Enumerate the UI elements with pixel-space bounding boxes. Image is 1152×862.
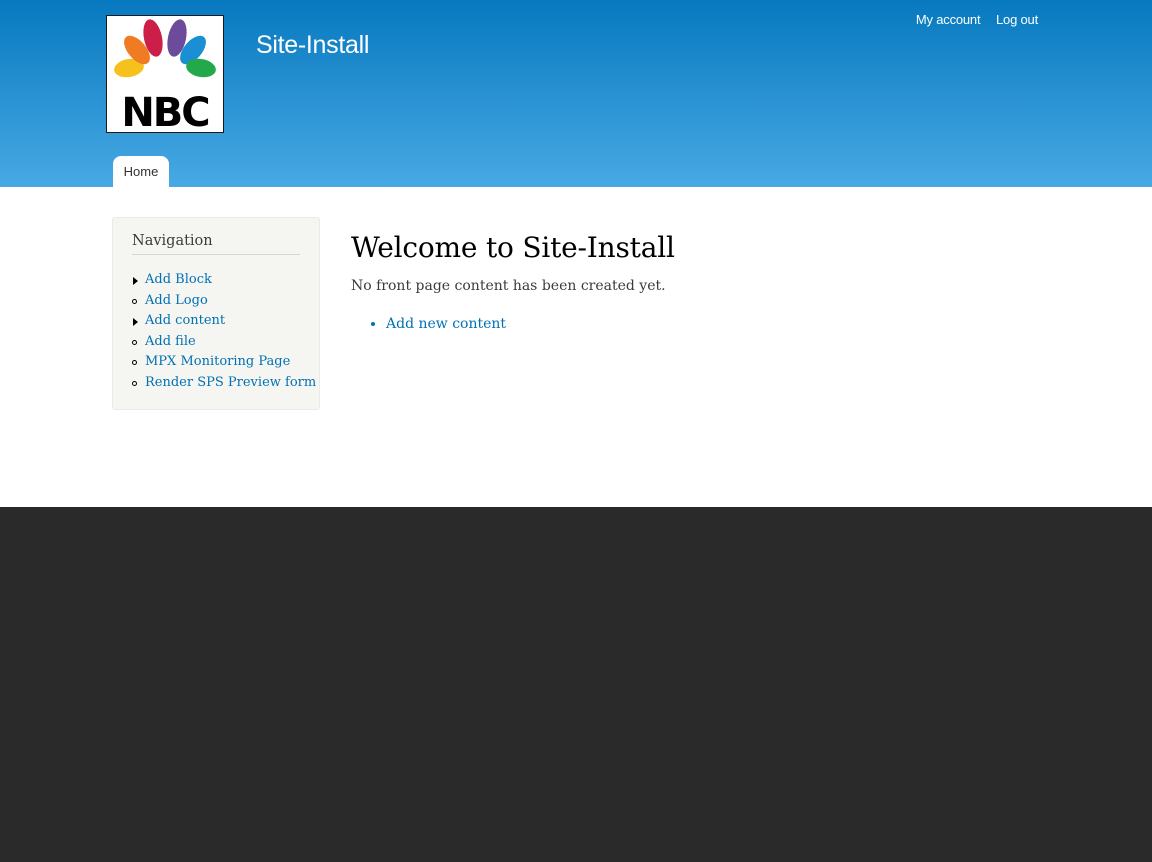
nav-item-add-logo: Add Logo bbox=[132, 291, 316, 312]
content-links-list: Add new content bbox=[351, 316, 675, 332]
secondary-menu: My account Log out bbox=[904, 12, 1038, 27]
nav-item-mpx-monitoring: MPX Monitoring Page bbox=[132, 352, 316, 373]
main-content: Welcome to Site-Install No front page co… bbox=[351, 231, 675, 332]
nav-link-add-file[interactable]: Add file bbox=[145, 334, 196, 349]
list-item: Add new content bbox=[386, 316, 675, 332]
tab-home[interactable]: Home bbox=[113, 156, 169, 187]
logo-text: NBC bbox=[121, 90, 208, 132]
navigation-list: Add Block Add Logo Add content Add file … bbox=[132, 270, 316, 394]
site-name-link[interactable]: Site-Install bbox=[256, 31, 369, 60]
nav-link-add-content[interactable]: Add content bbox=[145, 313, 225, 328]
peacock-logo-icon: NBC bbox=[114, 19, 216, 132]
main-region: Navigation Add Block Add Logo Add conten… bbox=[0, 187, 1152, 507]
nav-link-add-block[interactable]: Add Block bbox=[145, 272, 212, 287]
nav-link-add-logo[interactable]: Add Logo bbox=[145, 293, 208, 308]
navigation-block: Navigation Add Block Add Logo Add conten… bbox=[112, 217, 320, 410]
expand-triangle-icon[interactable] bbox=[133, 277, 138, 285]
log-out-link[interactable]: Log out bbox=[996, 12, 1038, 27]
intro-text: No front page content has been created y… bbox=[351, 278, 666, 294]
add-new-content-link[interactable]: Add new content bbox=[386, 316, 506, 332]
nav-item-add-file: Add file bbox=[132, 332, 316, 353]
site-logo[interactable]: NBC bbox=[106, 15, 224, 133]
site-footer bbox=[0, 507, 1152, 862]
circle-bullet-icon bbox=[132, 298, 137, 304]
nav-link-render-sps[interactable]: Render SPS Preview form bbox=[145, 375, 316, 390]
circle-bullet-icon bbox=[132, 339, 137, 345]
circle-bullet-icon bbox=[132, 360, 137, 366]
nav-link-mpx-monitoring[interactable]: MPX Monitoring Page bbox=[145, 354, 290, 369]
navigation-title: Navigation bbox=[132, 233, 300, 255]
circle-bullet-icon bbox=[132, 380, 137, 386]
nav-item-add-content: Add content bbox=[132, 311, 316, 332]
nav-item-add-block: Add Block bbox=[132, 270, 316, 291]
page-title: Welcome to Site-Install bbox=[351, 231, 675, 264]
site-header: NBC Site-Install My account Log out Home bbox=[0, 0, 1152, 187]
my-account-link[interactable]: My account bbox=[916, 12, 981, 27]
nav-item-render-sps: Render SPS Preview form bbox=[132, 373, 316, 394]
expand-triangle-icon[interactable] bbox=[133, 318, 138, 327]
